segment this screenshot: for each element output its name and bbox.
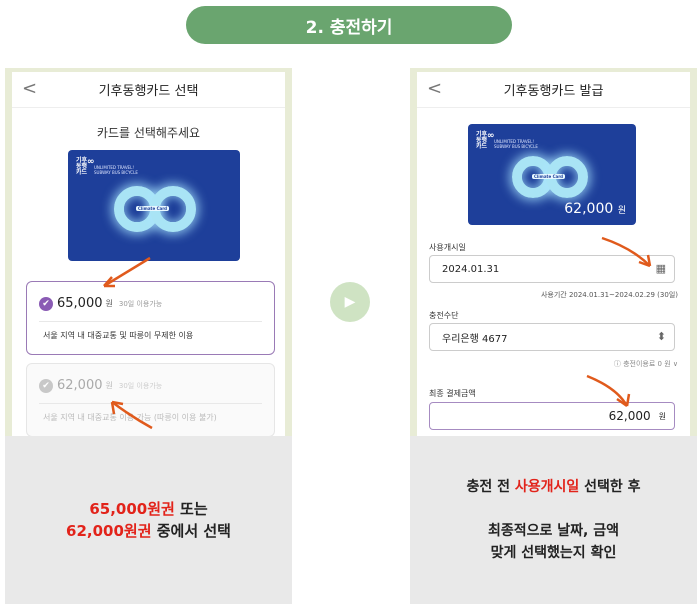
caption-line-2: 최종적으로 날짜, 금액 [488, 523, 619, 539]
right-panel: < 기후동행카드 발급 기후 동행 카드 ∞ UNLIMITED TRAVEL! SU… [410, 68, 697, 604]
section-title: 2. 충전하기 [186, 6, 512, 44]
arrow-to-calendar [601, 236, 651, 267]
arrow-annotations [103, 256, 153, 430]
left-caption: 65,000원권 또는 62,000원권 중에서 선택 [5, 436, 292, 604]
card-issue-screen: < 기후동행카드 발급 기후 동행 카드 ∞ UNLIMITED TRAVEL! SU… [417, 72, 690, 436]
arrow-to-option-65000 [103, 256, 151, 288]
page: 2. 충전하기 < 기후동행카드 선택 카드를 선택해주세요 기후 동행 카드 ∞ … [0, 0, 699, 607]
arrow-to-option-62000 [111, 400, 153, 430]
left-panel: < 기후동행카드 선택 카드를 선택해주세요 기후 동행 카드 ∞ UNLIMITE… [5, 68, 292, 604]
caption-line-1: 충전 전 사용개시일 선택한 후 [466, 479, 641, 495]
next-step-icon: ▶ [330, 282, 370, 322]
right-caption: 충전 전 사용개시일 선택한 후 최종적으로 날짜, 금액 맞게 선택했는지 확… [410, 436, 697, 604]
arrow-annotations [586, 236, 652, 408]
caption-line-3: 맞게 선택했는지 확인 [490, 545, 617, 561]
caption-line-1: 65,000원권 또는 [89, 500, 208, 518]
caption-line-2: 62,000원권 중에서 선택 [66, 522, 231, 540]
card-select-screen: < 기후동행카드 선택 카드를 선택해주세요 기후 동행 카드 ∞ UNLIMITE… [12, 72, 285, 436]
